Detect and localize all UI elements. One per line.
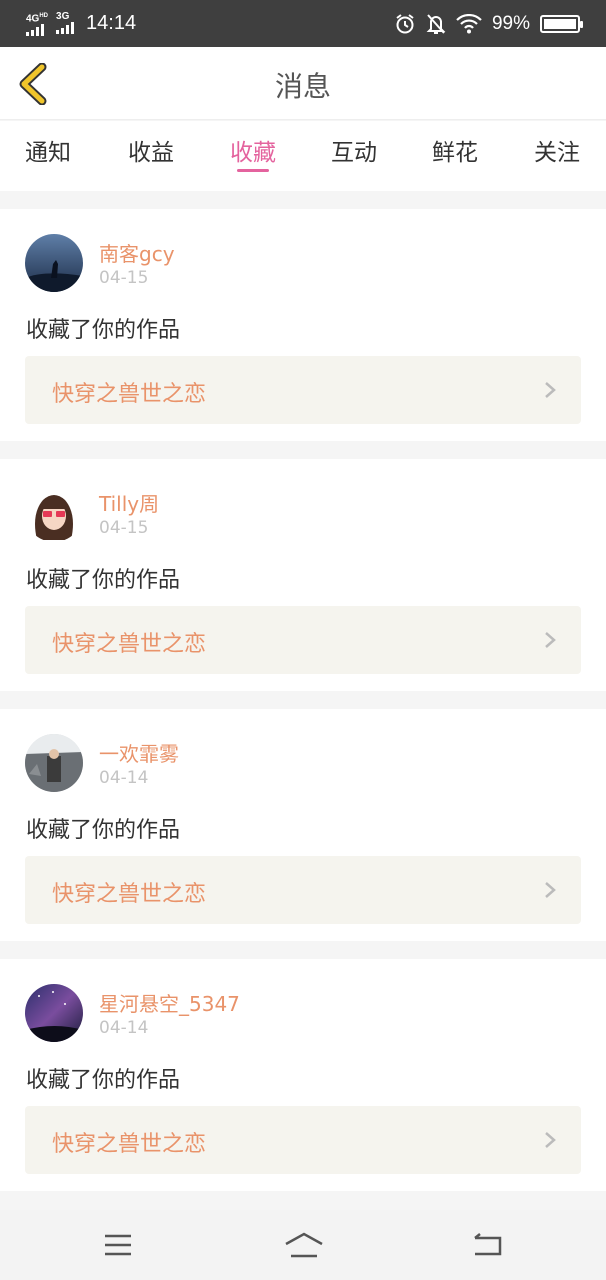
work-title: 快穿之兽世之恋 — [52, 382, 207, 407]
message-action: 收藏了你的作品 — [26, 318, 181, 343]
header: 消息 — [0, 47, 606, 120]
work-title: 快穿之兽世之恋 — [52, 1132, 207, 1157]
message-date: 04-15 — [99, 268, 149, 288]
signal-3g: 3G — [56, 11, 75, 35]
message-action: 收藏了你的作品 — [26, 568, 181, 593]
signal-bars-icon — [26, 24, 44, 37]
work-link[interactable]: 快穿之兽世之恋 — [25, 606, 581, 674]
menu-icon[interactable] — [100, 1230, 136, 1260]
tab-earnings[interactable]: 收益 — [121, 133, 181, 167]
work-link[interactable]: 快穿之兽世之恋 — [25, 1106, 581, 1174]
message-card: 星河悬空_5347 04-14 收藏了你的作品 快穿之兽世之恋 — [0, 959, 606, 1191]
user-name[interactable]: 星河悬空_5347 — [99, 988, 240, 1017]
message-action: 收藏了你的作品 — [26, 818, 181, 843]
message-card: Tilly周 04-15 收藏了你的作品 快穿之兽世之恋 — [0, 459, 606, 691]
chevron-right-icon — [545, 1132, 556, 1148]
message-date: 04-14 — [99, 1018, 149, 1038]
tab-notifications[interactable]: 通知 — [18, 133, 78, 167]
avatar[interactable] — [25, 984, 83, 1042]
user-name[interactable]: Tilly周 — [99, 488, 159, 517]
avatar[interactable] — [25, 734, 83, 792]
tab-flowers[interactable]: 鲜花 — [425, 133, 485, 167]
message-action: 收藏了你的作品 — [26, 1068, 181, 1093]
message-date: 04-15 — [99, 518, 149, 538]
active-tab-indicator — [237, 169, 269, 172]
wifi-icon — [456, 13, 482, 33]
mute-bell-icon — [426, 13, 446, 34]
home-icon[interactable] — [283, 1230, 325, 1260]
battery-percent: 99% — [491, 12, 530, 34]
tab-interactions[interactable]: 互动 — [324, 133, 384, 167]
network-type-1: 4G — [26, 13, 40, 25]
avatar[interactable] — [25, 484, 83, 542]
work-link[interactable]: 快穿之兽世之恋 — [25, 356, 581, 424]
signal-4g: 4GHD — [26, 11, 49, 37]
page-title: 消息 — [274, 70, 331, 103]
chevron-right-icon — [545, 632, 556, 648]
status-bar: 4GHD 3G 14:14 99% — [0, 0, 606, 47]
user-name[interactable]: 一欢霏雾 — [99, 738, 179, 767]
alarm-icon — [396, 13, 414, 33]
work-link[interactable]: 快穿之兽世之恋 — [25, 856, 581, 924]
battery-icon — [540, 14, 583, 33]
status-bar-right: 99% — [394, 12, 583, 35]
tab-follows[interactable]: 关注 — [527, 133, 587, 167]
status-bar-left: 4GHD 3G 14:14 — [26, 11, 137, 37]
signal-bars-icon — [56, 22, 75, 35]
message-card: 南客gcy 04-15 收藏了你的作品 快穿之兽世之恋 — [0, 209, 606, 441]
chevron-right-icon — [545, 882, 556, 898]
work-title: 快穿之兽世之恋 — [52, 882, 207, 907]
avatar[interactable] — [25, 234, 83, 292]
message-date: 04-14 — [99, 768, 149, 788]
tab-favorites[interactable]: 收藏 — [223, 133, 283, 167]
chevron-right-icon — [545, 382, 556, 398]
message-card: 一欢霏雾 04-14 收藏了你的作品 快穿之兽世之恋 — [0, 709, 606, 941]
network-hd-label: HD — [39, 12, 49, 19]
user-name[interactable]: 南客gcy — [99, 238, 175, 267]
clock: 14:14 — [86, 11, 137, 34]
tab-bar: 通知 收益 收藏 互动 鲜花 关注 — [0, 121, 606, 191]
system-nav-bar — [0, 1210, 606, 1280]
work-title: 快穿之兽世之恋 — [52, 632, 207, 657]
return-icon[interactable] — [470, 1230, 506, 1260]
battery-fill — [544, 18, 576, 29]
network-type-2: 3G — [56, 11, 70, 23]
